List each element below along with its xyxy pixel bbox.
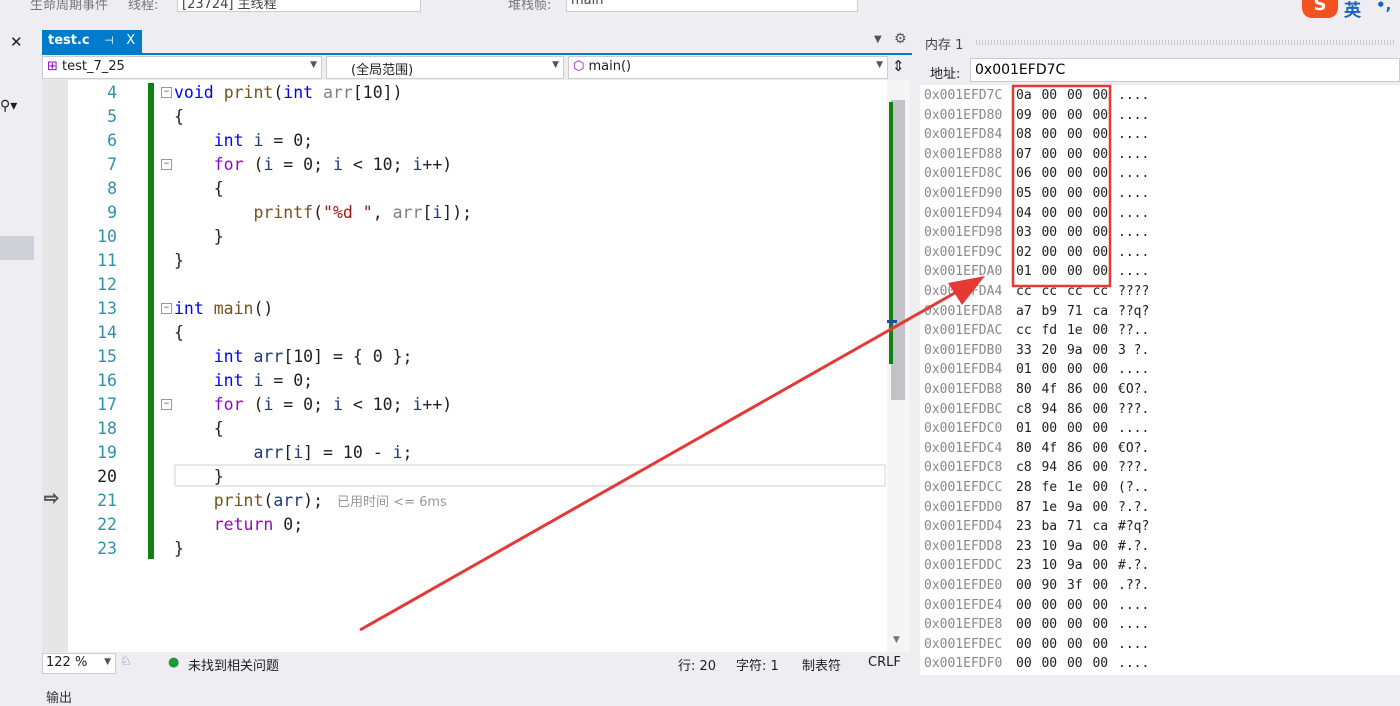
annotation-arrow-head-icon — [948, 276, 985, 305]
highlight-box — [1011, 84, 1112, 288]
annotation-arrow-line — [359, 288, 961, 632]
annotation-overlay — [359, 84, 1112, 632]
